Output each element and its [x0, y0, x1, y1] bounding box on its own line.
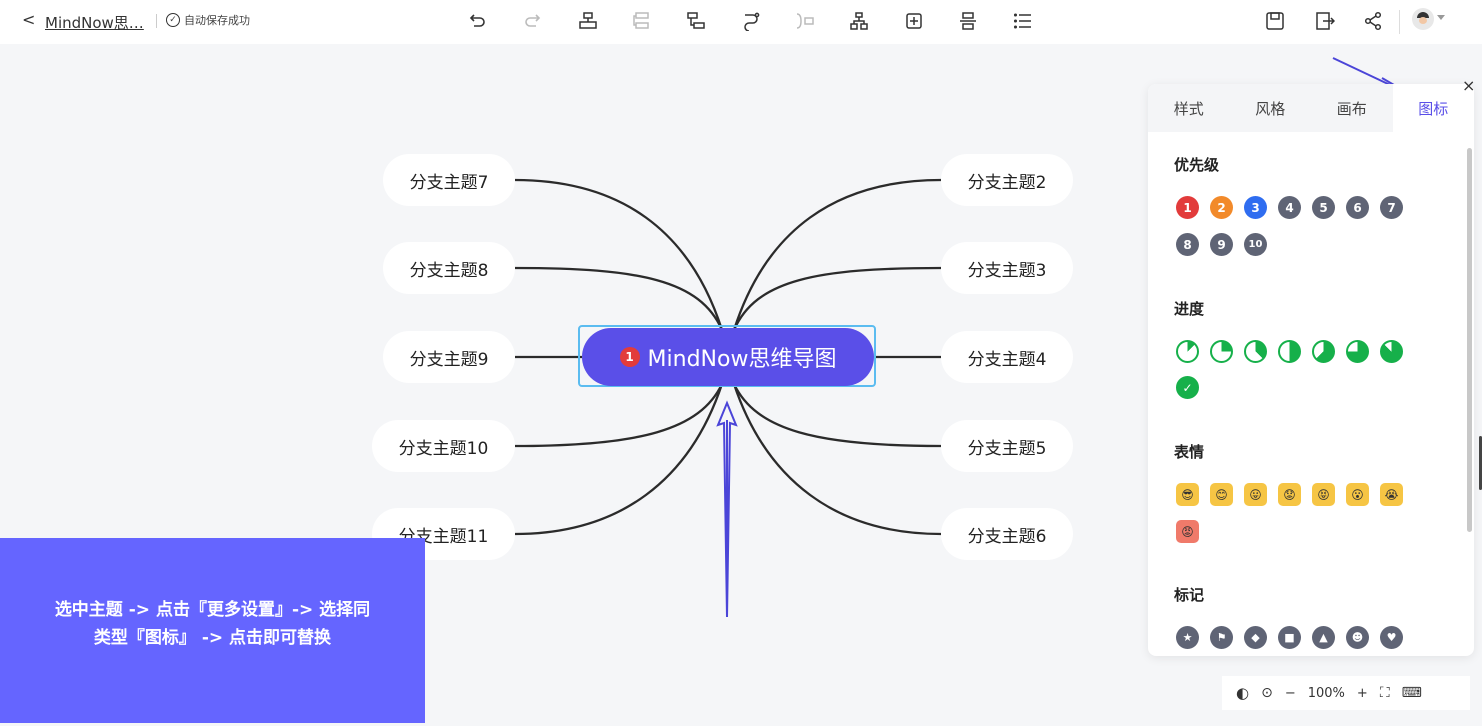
- tab-theme[interactable]: 风格: [1229, 84, 1311, 132]
- priority-2-icon[interactable]: 2: [1210, 196, 1233, 219]
- emoji-surprised-icon[interactable]: 😮: [1346, 483, 1369, 506]
- priority-6-icon[interactable]: 6: [1346, 196, 1369, 219]
- emoji-smile-icon[interactable]: 😊: [1210, 483, 1233, 506]
- zoom-in-button[interactable]: +: [1357, 686, 1368, 701]
- progress-complete-icon[interactable]: ✓: [1176, 376, 1199, 399]
- zoom-level: 100%: [1307, 685, 1345, 701]
- emoji-worried-icon[interactable]: 😟: [1278, 483, 1301, 506]
- triangle-icon[interactable]: ▲: [1312, 626, 1335, 649]
- branch-topic-10[interactable]: 分支主题10: [372, 420, 515, 472]
- progress-5-icon[interactable]: [1312, 340, 1335, 363]
- theme-toggle-icon[interactable]: ◐: [1236, 684, 1249, 702]
- square-icon[interactable]: ■: [1278, 626, 1301, 649]
- emoji-tongue-icon[interactable]: 😛: [1244, 483, 1267, 506]
- section-title-priority: 优先级: [1174, 156, 1220, 174]
- branch-topic-9[interactable]: 分支主题9: [383, 331, 515, 383]
- emoji-angry-icon[interactable]: 😡: [1176, 520, 1199, 543]
- star-icon[interactable]: ★: [1176, 626, 1199, 649]
- face-icon[interactable]: ☻: [1346, 626, 1369, 649]
- section-title-emoji: 表情: [1174, 443, 1205, 461]
- zoom-bar: ◐ ⊙ − 100% + ⛶ ⌨: [1222, 676, 1470, 710]
- priority-7-icon[interactable]: 7: [1380, 196, 1403, 219]
- emoji-crying-icon[interactable]: 😭: [1380, 483, 1403, 506]
- tip-overlay: 选中主题 -> 点击『更多设置』-> 选择同类型『图标』 -> 点击即可替换: [0, 538, 425, 723]
- tab-style[interactable]: 样式: [1148, 84, 1230, 132]
- mark-icons: ★ ⚑ ◆ ■ ▲ ☻ ♥: [1176, 626, 1403, 649]
- tab-canvas[interactable]: 画布: [1311, 84, 1393, 132]
- locate-icon[interactable]: ⊙: [1261, 685, 1273, 701]
- priority-1-icon[interactable]: 1: [1176, 196, 1199, 219]
- priority-icons-row2: 8 9 10: [1176, 233, 1267, 256]
- priority-9-icon[interactable]: 9: [1210, 233, 1233, 256]
- priority-8-icon[interactable]: 8: [1176, 233, 1199, 256]
- root-topic[interactable]: 1 MindNow思维导图: [582, 328, 874, 386]
- branch-topic-4[interactable]: 分支主题4: [941, 331, 1073, 383]
- close-icon[interactable]: ×: [1462, 76, 1475, 95]
- branch-topic-5[interactable]: 分支主题5: [941, 420, 1073, 472]
- emoji-icons: 😎 😊 😛 😟 😝 😮 😭: [1176, 483, 1403, 506]
- section-title-progress: 进度: [1174, 300, 1205, 318]
- branch-topic-3[interactable]: 分支主题3: [941, 242, 1073, 294]
- branch-topic-2[interactable]: 分支主题2: [941, 154, 1073, 206]
- emoji-icons-row2: 😡: [1176, 520, 1199, 543]
- progress-1-icon[interactable]: [1176, 340, 1199, 363]
- heart-icon[interactable]: ♥: [1380, 626, 1403, 649]
- priority-icons: 1 2 3 4 5 6 7: [1176, 196, 1403, 219]
- panel-tabs: 样式 风格 画布 图标: [1148, 84, 1474, 132]
- progress-2-icon[interactable]: [1210, 340, 1233, 363]
- emoji-cool-icon[interactable]: 😎: [1176, 483, 1199, 506]
- progress-3-icon[interactable]: [1244, 340, 1267, 363]
- keyboard-icon[interactable]: ⌨: [1402, 685, 1422, 701]
- branch-topic-6[interactable]: 分支主题6: [941, 508, 1073, 560]
- flag-icon[interactable]: ⚑: [1210, 626, 1233, 649]
- priority-1-icon[interactable]: 1: [619, 347, 640, 367]
- priority-10-icon[interactable]: 10: [1244, 233, 1267, 256]
- panel-scrollbar[interactable]: [1467, 148, 1472, 532]
- progress-4-icon[interactable]: [1278, 340, 1301, 363]
- priority-5-icon[interactable]: 5: [1312, 196, 1335, 219]
- progress-7-icon[interactable]: [1380, 340, 1403, 363]
- progress-6-icon[interactable]: [1346, 340, 1369, 363]
- diamond-icon[interactable]: ◆: [1244, 626, 1267, 649]
- root-topic-label: MindNow思维导图: [647, 347, 837, 372]
- priority-4-icon[interactable]: 4: [1278, 196, 1301, 219]
- progress-icons-row2: ✓: [1176, 376, 1199, 399]
- fit-screen-icon[interactable]: ⛶: [1380, 685, 1390, 701]
- priority-3-icon[interactable]: 3: [1244, 196, 1267, 219]
- branch-topic-8[interactable]: 分支主题8: [383, 242, 515, 294]
- branch-topic-7[interactable]: 分支主题7: [383, 154, 515, 206]
- tip-text: 选中主题 -> 点击『更多设置』-> 选择同类型『图标』 -> 点击即可替换: [54, 599, 371, 648]
- section-title-marks: 标记: [1174, 586, 1205, 604]
- progress-icons: [1176, 340, 1403, 363]
- zoom-out-button[interactable]: −: [1285, 686, 1296, 701]
- emoji-wink-icon[interactable]: 😝: [1312, 483, 1335, 506]
